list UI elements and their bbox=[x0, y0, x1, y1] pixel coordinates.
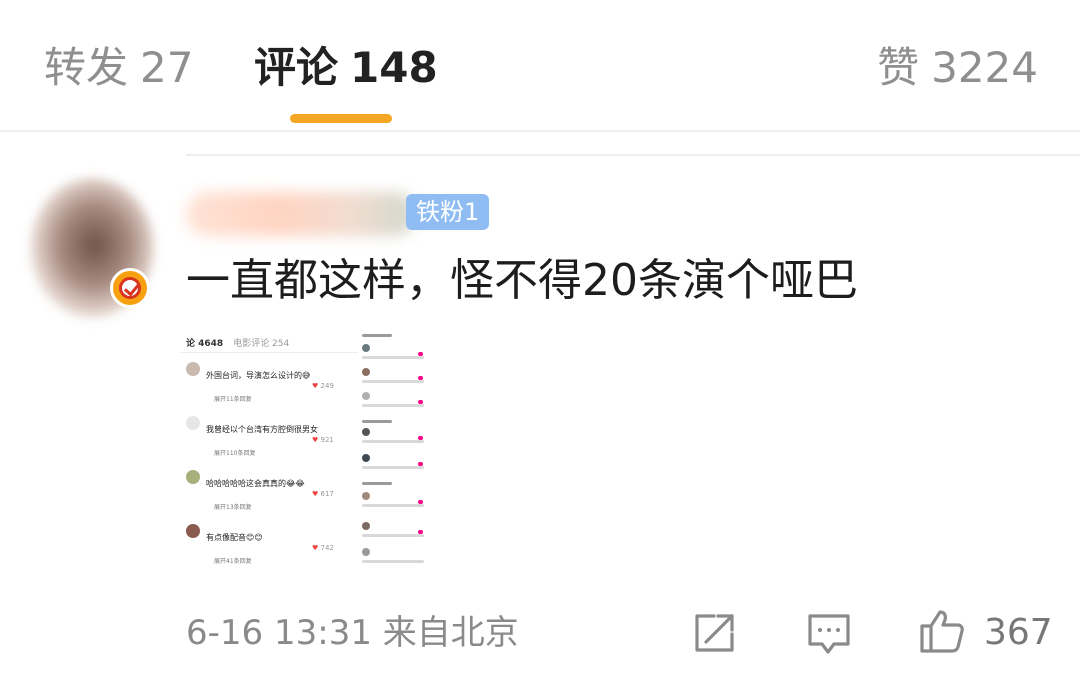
thumb-heart bbox=[418, 376, 423, 380]
embedded-comment-text: 哈哈哈哈哈这会真真的😂😂 bbox=[206, 479, 305, 488]
tab-comments-count: 148 bbox=[350, 43, 438, 92]
comment-meta: 6-16 13:31 来自北京 bbox=[186, 610, 519, 656]
tab-reposts-label: 转发 bbox=[44, 43, 129, 92]
embedded-replies: 展开13条回复 bbox=[214, 504, 252, 511]
comment-source: 来自北京 bbox=[382, 613, 519, 653]
embedded-avatar bbox=[186, 470, 200, 484]
embedded-tab-1: 论 4648 bbox=[186, 339, 224, 349]
thumb-heart bbox=[418, 352, 423, 356]
like-icon[interactable] bbox=[918, 608, 966, 654]
embedded-comment-text: 外国台词，导演怎么设计的😅 bbox=[206, 371, 311, 380]
thumb-avatar bbox=[362, 368, 370, 376]
embedded-comment: 外国台词，导演怎么设计的😅 ♥ 249 展开11条回复 bbox=[184, 362, 354, 410]
like-count: 367 bbox=[984, 612, 1053, 653]
embedded-comment: 我曾经以个台湾有方腔倒很男女 ♥ 921 展开110条回复 bbox=[184, 416, 354, 464]
thumb-avatar bbox=[362, 492, 370, 500]
embedded-comment-text: 有点像配音😊😊 bbox=[206, 533, 263, 542]
verified-badge-icon bbox=[110, 268, 150, 308]
comment-image[interactable]: 论 4648 电影评论 254 外国台词，导演怎么设计的😅 ♥ 249 展开11条… bbox=[180, 330, 358, 570]
embedded-avatar bbox=[186, 416, 200, 430]
comment-image-second[interactable] bbox=[358, 330, 430, 570]
comment-divider bbox=[186, 154, 1080, 156]
tab-likes-count: 3224 bbox=[931, 43, 1038, 92]
active-tab-indicator bbox=[290, 114, 392, 123]
embedded-like-count: ♥ 742 bbox=[312, 544, 334, 552]
thumb-line bbox=[362, 504, 424, 507]
username-blurred[interactable] bbox=[186, 192, 416, 236]
embedded-like-count: ♥ 921 bbox=[312, 436, 334, 444]
embedded-avatar bbox=[186, 524, 200, 538]
thumb-line bbox=[362, 534, 424, 537]
embedded-avatar bbox=[186, 362, 200, 376]
comment-timestamp: 6-16 13:31 bbox=[186, 613, 372, 653]
thumb-avatar bbox=[362, 344, 370, 352]
tab-reposts-count: 27 bbox=[140, 43, 194, 92]
embedded-tabs: 论 4648 电影评论 254 bbox=[186, 336, 289, 349]
embedded-like-count: ♥ 617 bbox=[312, 490, 334, 498]
embedded-divider bbox=[180, 352, 358, 353]
thumb-avatar bbox=[362, 454, 370, 462]
comment-icon[interactable] bbox=[806, 612, 852, 658]
thumb-avatar bbox=[362, 522, 370, 530]
tabs-divider bbox=[0, 130, 1080, 132]
thumb-line bbox=[362, 380, 424, 383]
tab-reposts[interactable]: 转发 27 bbox=[44, 40, 193, 96]
share-icon[interactable] bbox=[692, 612, 738, 654]
thumb-heart bbox=[418, 436, 423, 440]
tab-comments[interactable]: 评论 148 bbox=[254, 40, 438, 96]
thumb-line bbox=[362, 356, 424, 359]
thumb-heart bbox=[418, 500, 423, 504]
embedded-like-count: ♥ 249 bbox=[312, 382, 334, 390]
thumb-avatar bbox=[362, 392, 370, 400]
thumb-line bbox=[362, 334, 392, 337]
thumb-line bbox=[362, 466, 424, 469]
embedded-comment: 哈哈哈哈哈这会真真的😂😂 ♥ 617 展开13条回复 bbox=[184, 470, 354, 518]
tab-likes[interactable]: 赞 3224 bbox=[877, 40, 1038, 96]
embedded-replies: 展开110条回复 bbox=[214, 450, 256, 457]
embedded-replies: 展开41条回复 bbox=[214, 558, 252, 565]
comment-text: 一直都这样，怪不得20条演个哑巴 bbox=[186, 255, 858, 306]
comment-tabs: 转发 27 评论 148 赞 3224 bbox=[0, 0, 1080, 130]
tab-likes-label: 赞 bbox=[877, 43, 920, 92]
thumb-line bbox=[362, 440, 424, 443]
thumb-line bbox=[362, 482, 392, 485]
fan-level-badge: 铁粉1 bbox=[406, 194, 490, 230]
embedded-comment: 有点像配音😊😊 ♥ 742 展开41条回复 bbox=[184, 524, 354, 570]
embedded-comment-text: 我曾经以个台湾有方腔倒很男女 bbox=[206, 425, 318, 434]
thumb-line bbox=[362, 404, 424, 407]
embedded-replies: 展开11条回复 bbox=[214, 396, 252, 403]
thumb-avatar bbox=[362, 428, 370, 436]
thumb-line bbox=[362, 420, 392, 423]
thumb-heart bbox=[418, 400, 423, 404]
thumb-heart bbox=[418, 462, 423, 466]
thumb-avatar bbox=[362, 548, 370, 556]
tab-comments-label: 评论 bbox=[254, 43, 339, 92]
embedded-tab-2: 电影评论 254 bbox=[233, 339, 290, 349]
thumb-line bbox=[362, 560, 424, 563]
thumb-heart bbox=[418, 530, 423, 534]
